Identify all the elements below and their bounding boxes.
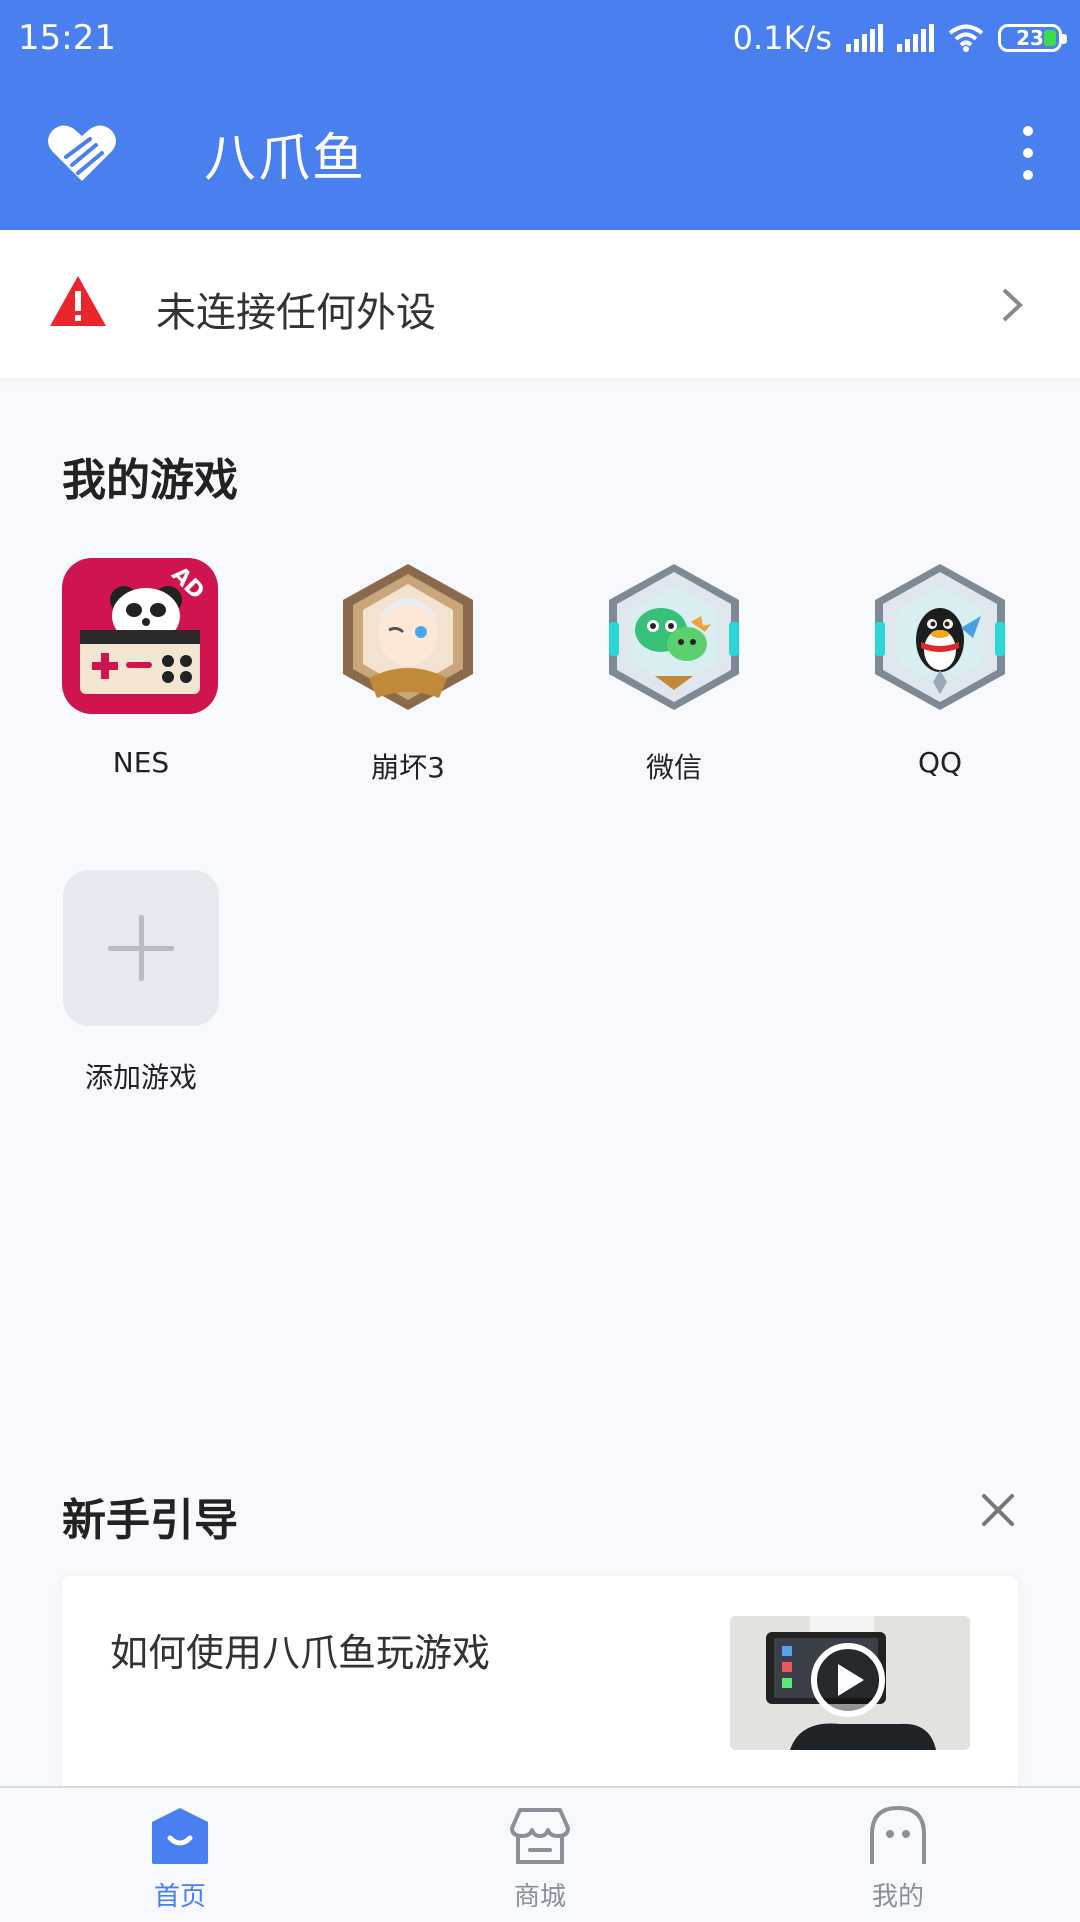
qq-icon [861, 558, 1019, 716]
my-games-title: 我的游戏 [62, 455, 238, 506]
status-time: 15:21 [18, 18, 116, 58]
signal-icon-2 [897, 24, 934, 52]
tab-label: 商城 [513, 1882, 566, 1912]
plus-icon [63, 870, 219, 1026]
tab-me[interactable]: 我的 [798, 1788, 998, 1922]
store-icon [510, 1808, 570, 1864]
tab-label: 我的 [871, 1882, 924, 1912]
alert-text: 未连接任何外设 [156, 290, 436, 336]
add-game-label: 添加游戏 [84, 1061, 197, 1094]
bottom-nav: 首页 商城 我的 [0, 1786, 1080, 1920]
app-title: 八爪鱼 [204, 128, 367, 189]
wifi-icon [948, 24, 984, 52]
video-thumbnail[interactable] [730, 1616, 970, 1750]
heart-hand-logo-icon [48, 125, 116, 181]
wechat-icon [595, 558, 753, 716]
guide-title: 新手引导 [62, 1495, 238, 1546]
tab-store[interactable]: 商城 [440, 1788, 640, 1922]
home-icon [152, 1808, 208, 1864]
peripheral-alert-row[interactable]: 未连接任何外设 [0, 230, 1080, 378]
battery-level: 23 [1016, 26, 1044, 50]
guide-card[interactable]: 如何使用八爪鱼玩游戏 [62, 1576, 1018, 1796]
signal-icon [846, 24, 883, 52]
chevron-right-icon [1002, 288, 1023, 322]
battery-icon: 23 [998, 24, 1067, 52]
status-right: 0.1K/s 23 [732, 19, 1067, 57]
nes-icon: AD [62, 558, 220, 716]
game-honkai3[interactable]: 崩坏3 [308, 558, 508, 786]
close-icon[interactable] [978, 1490, 1018, 1530]
tab-home[interactable]: 首页 [80, 1788, 280, 1922]
game-label: 微信 [645, 751, 702, 784]
tab-label: 首页 [153, 1882, 206, 1912]
honkai3-icon [329, 558, 487, 716]
ghost-icon [870, 1806, 926, 1864]
game-wechat[interactable]: 微信 [574, 558, 774, 786]
game-qq[interactable]: QQ [840, 558, 1040, 779]
app-bar: 八爪鱼 [0, 76, 1080, 230]
game-label: NES [112, 746, 170, 779]
game-label: QQ [917, 746, 963, 779]
add-game-button[interactable]: 添加游戏 [41, 870, 241, 1096]
game-nes[interactable]: AD NES [41, 558, 241, 779]
warning-icon [50, 276, 106, 326]
guide-card-text: 如何使用八爪鱼玩游戏 [110, 1631, 491, 1675]
status-bar: 15:21 0.1K/s 23 [0, 0, 1080, 76]
more-vertical-icon[interactable] [1016, 126, 1040, 180]
net-speed: 0.1K/s [732, 19, 832, 57]
game-label: 崩坏3 [371, 751, 445, 784]
